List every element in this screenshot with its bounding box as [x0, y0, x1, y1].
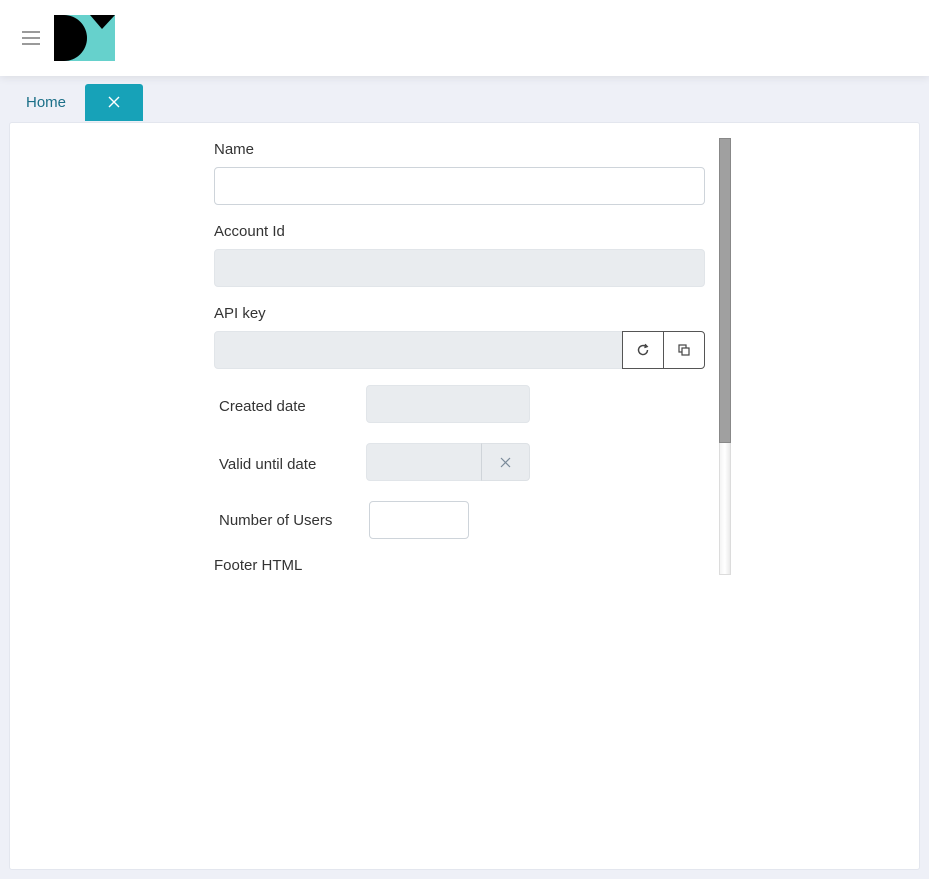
created-date-input [366, 385, 530, 423]
copy-api-key-button[interactable] [663, 331, 705, 369]
account-id-input [214, 249, 705, 287]
tab-bar: Home [0, 76, 929, 122]
tab-home[interactable]: Home [12, 84, 80, 121]
refresh-api-key-button[interactable] [622, 331, 664, 369]
footer-html-label: Footer HTML [214, 557, 303, 574]
content-panel [9, 122, 920, 870]
logo[interactable] [54, 15, 115, 61]
name-label: Name [214, 141, 255, 158]
close-icon[interactable] [108, 96, 120, 108]
refresh-icon [637, 343, 649, 356]
dm-logo-icon [54, 15, 115, 61]
clear-valid-until-button[interactable] [481, 443, 530, 481]
valid-until-label: Valid until date [219, 456, 317, 473]
api-key-input [214, 331, 623, 369]
tab-active[interactable] [85, 84, 143, 121]
number-of-users-label: Number of Users [219, 512, 333, 529]
copy-icon [678, 344, 690, 356]
created-date-label: Created date [219, 398, 306, 415]
form-scrollbar-thumb[interactable] [719, 138, 731, 443]
top-bar [0, 0, 929, 76]
name-input[interactable] [214, 167, 705, 205]
valid-until-input[interactable] [366, 443, 482, 481]
account-id-label: Account Id [214, 223, 285, 240]
hamburger-menu-icon[interactable] [22, 31, 40, 46]
api-key-label: API key [214, 305, 266, 322]
clear-icon [500, 457, 511, 467]
number-of-users-input[interactable] [369, 501, 469, 539]
